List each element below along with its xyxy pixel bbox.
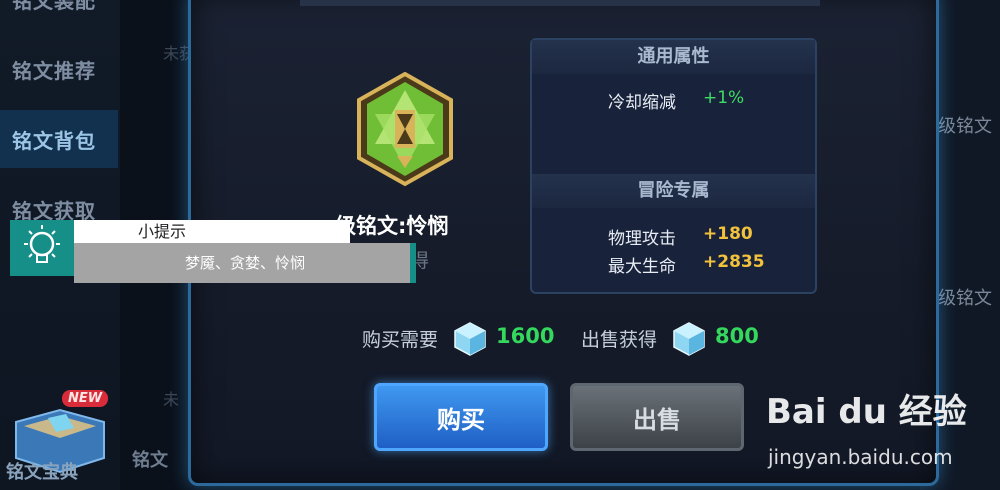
buy-button[interactable]: 购买 (374, 383, 548, 451)
tip-icon-box (10, 220, 75, 276)
tip-edge (410, 243, 416, 283)
prop-label: 最大生命 (608, 257, 676, 277)
tip-title: 小提示 (74, 220, 350, 243)
buy-price-label: 购买需要 (362, 329, 439, 351)
rune-name: 级铭文:怜悯 (335, 214, 449, 238)
lightbulb-icon (24, 225, 60, 263)
bg-text: 级铭文 (938, 288, 992, 309)
sell-price-value: 800 (715, 324, 759, 348)
rune-emblem-icon (357, 72, 453, 187)
crystal-icon (454, 322, 486, 356)
prop-value: +1% (703, 88, 745, 108)
general-props-header: 通用属性 (532, 40, 815, 74)
prop-label: 冷却缩减 (608, 93, 676, 113)
prop-value: +2835 (703, 252, 765, 272)
adventure-props-header: 冒险专属 (532, 174, 815, 208)
prop-label: 物理攻击 (608, 229, 676, 249)
bg-text: 级铭文 (938, 116, 992, 137)
bg-text: 未 (163, 390, 180, 409)
sell-price-label: 出售获得 (581, 329, 658, 351)
dialog-top-bar (300, 0, 820, 6)
buy-price-value: 1600 (496, 324, 555, 348)
bg-tab-label: 铭文 (132, 450, 168, 471)
sidebar-item-rune-equip[interactable]: 铭文装配 (0, 0, 118, 28)
new-badge: NEW (62, 390, 109, 407)
sidebar-item-rune-recommend[interactable]: 铭文推荐 (0, 40, 118, 98)
prop-value: +180 (703, 224, 753, 244)
baidu-watermark-url: jingyan.baidu.com (768, 445, 953, 469)
crystal-icon (673, 322, 705, 356)
sidebar-item-rune-bag[interactable]: 铭文背包 (0, 110, 118, 168)
sidebar-item-rune-codex[interactable]: 铭文宝典 (6, 458, 78, 484)
sell-button[interactable]: 出售 (570, 383, 744, 451)
baidu-watermark-logo: Bai du 经验 (766, 392, 967, 432)
tip-body: 梦魇、贪婪、怜悯 (74, 243, 416, 283)
